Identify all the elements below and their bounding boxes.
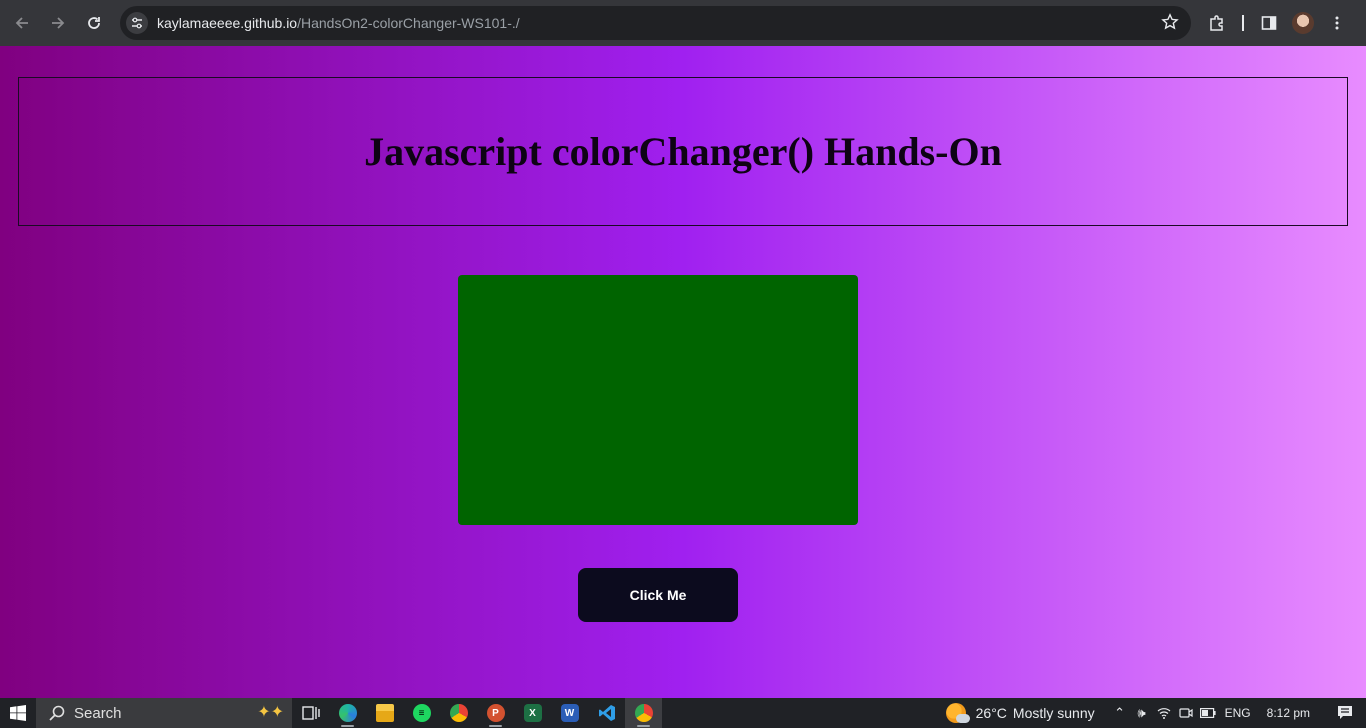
taskbar-app-vscode[interactable]: [588, 698, 625, 728]
menu-button[interactable]: [1320, 5, 1354, 41]
clock-time[interactable]: 8:12 pm: [1267, 706, 1310, 720]
taskbar-app-excel[interactable]: X: [514, 698, 551, 728]
arrow-left-icon: [15, 17, 28, 29]
forward-button[interactable]: [40, 5, 76, 41]
star-icon: [1161, 13, 1179, 30]
excel-icon: X: [523, 704, 542, 722]
chevron-up-icon[interactable]: ⌃: [1109, 698, 1131, 728]
side-panel-button[interactable]: [1252, 5, 1286, 41]
battery-icon[interactable]: [1197, 698, 1219, 728]
task-view-button[interactable]: [292, 698, 329, 728]
color-box: [458, 275, 858, 525]
language-indicator[interactable]: ENG: [1225, 706, 1251, 720]
taskbar-app-powerpoint[interactable]: P: [477, 698, 514, 728]
url-path: /HandsOn2-colorChanger-WS101-./: [297, 15, 520, 31]
tune-icon: [132, 17, 142, 29]
chrome-icon: [634, 704, 653, 722]
page-body: Javascript colorChanger() Hands-On Click…: [0, 46, 1366, 698]
notification-icon: [1338, 706, 1352, 719]
edge-icon: [338, 704, 357, 722]
wifi-icon[interactable]: [1153, 698, 1175, 728]
puzzle-icon: [1210, 15, 1223, 31]
search-label: Search: [74, 704, 122, 722]
reload-button[interactable]: [76, 5, 112, 41]
profile-avatar[interactable]: [1292, 12, 1314, 34]
header-box: Javascript colorChanger() Hands-On: [18, 77, 1348, 226]
windows-logo-icon: [10, 705, 26, 721]
taskbar-app-edge[interactable]: [329, 698, 366, 728]
bookmark-star-button[interactable]: [1161, 13, 1179, 36]
side-panel-icon: [1261, 16, 1277, 30]
taskbar-app-file-explorer[interactable]: [366, 698, 403, 728]
extensions-button[interactable]: [1200, 5, 1234, 41]
vscode-icon: [598, 705, 615, 721]
powerpoint-icon: P: [486, 704, 505, 722]
more-vert-icon: [1335, 16, 1339, 30]
url-text: kaylamaeeee.github.io/HandsOn2-colorChan…: [157, 15, 520, 31]
task-view-icon: [301, 706, 320, 720]
notification-center-button[interactable]: [1330, 698, 1360, 728]
spotify-icon: ≡: [412, 704, 431, 722]
volume-icon[interactable]: 🕪︎: [1131, 698, 1153, 728]
back-button[interactable]: [4, 5, 40, 41]
weather-temp[interactable]: 26°C: [976, 705, 1007, 721]
start-button[interactable]: [0, 698, 36, 728]
taskbar-app-chrome[interactable]: [440, 698, 477, 728]
taskbar: Search ✦✦ ≡ P X W 26°C Mostly sunny ⌃ 🕪︎…: [0, 698, 1366, 728]
chrome-icon: [449, 704, 468, 722]
taskbar-search[interactable]: Search ✦✦: [36, 698, 292, 728]
reload-icon: [88, 17, 100, 29]
weather-text[interactable]: Mostly sunny: [1013, 705, 1095, 721]
word-icon: W: [560, 704, 579, 722]
taskbar-app-word[interactable]: W: [551, 698, 588, 728]
click-me-button[interactable]: Click Me: [578, 568, 738, 622]
site-info-button[interactable]: [126, 12, 148, 34]
sparkle-icon: ✦✦: [257, 704, 284, 721]
system-tray: 26°C Mostly sunny ⌃ 🕪︎ ENG 8:12 pm: [945, 698, 1366, 728]
page-title: Javascript colorChanger() Hands-On: [364, 129, 1002, 174]
folder-icon: [375, 704, 394, 722]
toolbar-actions: [1200, 0, 1354, 46]
address-bar[interactable]: kaylamaeeee.github.io/HandsOn2-colorChan…: [120, 6, 1191, 40]
search-icon: [49, 705, 65, 721]
meet-now-icon[interactable]: [1175, 698, 1197, 728]
toolbar-divider: [1242, 15, 1244, 31]
taskbar-app-spotify[interactable]: ≡: [403, 698, 440, 728]
browser-toolbar: kaylamaeeee.github.io/HandsOn2-colorChan…: [0, 0, 1366, 46]
arrow-right-icon: [52, 17, 65, 29]
url-host: kaylamaeeee.github.io: [157, 15, 298, 31]
taskbar-app-chrome-active[interactable]: [625, 698, 662, 728]
weather-sunny-icon[interactable]: [945, 703, 970, 723]
